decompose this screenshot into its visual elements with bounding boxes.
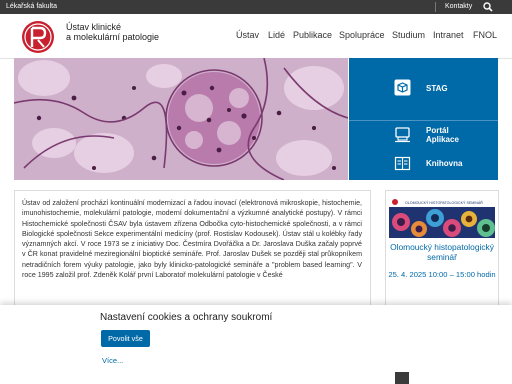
portal-apps-icon — [395, 127, 410, 143]
site-name-line2: a molekulární patologie — [66, 32, 160, 42]
nav-item-lide[interactable]: Lidé — [268, 30, 285, 40]
nav-item-spoluprace[interactable]: Spolupráce — [339, 30, 385, 40]
site-name[interactable]: Ústav klinické a molekulární patologie — [66, 22, 159, 42]
quicklink-portal-label-line2: Aplikace — [426, 135, 459, 144]
event-card[interactable]: OLOMOUCKÝ HISTOPATOLOGICKÝ SEMINÁŘ Olomo… — [385, 190, 499, 312]
event-image-art: OLOMOUCKÝ HISTOPATOLOGICKÝ SEMINÁŘ — [389, 197, 495, 238]
site-name-line1: Ústav klinické — [66, 22, 122, 32]
cookie-more-link[interactable]: Více... — [102, 356, 123, 365]
quicklink-portal-label-line1: Portál — [426, 126, 449, 135]
quicklinks-panel: STAG Portál Aplikace Knihovna — [349, 58, 498, 180]
quicklink-library[interactable]: Knihovna — [349, 155, 498, 173]
quicklink-stag-label: STAG — [426, 84, 448, 93]
nav-item-publikace[interactable]: Publikace — [293, 30, 332, 40]
floating-badge — [395, 372, 409, 384]
intro-text: Ústav od založení prochází kontinuální m… — [22, 199, 362, 280]
search-icon[interactable] — [483, 2, 493, 12]
quicklink-stag[interactable]: STAG — [349, 78, 498, 98]
event-date: 25. 4. 2025 10:00 – 15:00 hodin — [388, 270, 496, 279]
histology-image — [14, 58, 348, 180]
stag-box-icon — [394, 79, 411, 96]
cookie-banner: Nastavení cookies a ochrany soukromí Pov… — [0, 305, 512, 384]
cookie-title: Nastavení cookies a ochrany soukromí — [100, 312, 273, 323]
nav-item-intranet[interactable]: Intranet — [433, 30, 464, 40]
contacts-link[interactable]: Kontakty — [445, 3, 472, 10]
hero-micrograph — [14, 58, 348, 180]
quicklink-portal[interactable]: Portál Aplikace — [349, 124, 498, 146]
top-bar: Lékařská fakulta Kontakty — [0, 0, 512, 14]
institute-intro: Ústav od založení prochází kontinuální m… — [14, 190, 371, 307]
library-icon — [394, 156, 411, 171]
event-image-caption: OLOMOUCKÝ HISTOPATOLOGICKÝ SEMINÁŘ — [405, 200, 483, 205]
quicklinks-divider — [349, 120, 498, 121]
faculty-link[interactable]: Lékařská fakulta — [6, 3, 57, 10]
quicklink-library-label: Knihovna — [426, 159, 463, 168]
nav-item-ustav[interactable]: Ústav — [236, 30, 259, 40]
topbar-divider — [435, 2, 436, 12]
quicklink-portal-label: Portál Aplikace — [426, 126, 459, 144]
nav-item-studium[interactable]: Studium — [392, 30, 425, 40]
nav-item-fnol[interactable]: FNOL — [473, 30, 497, 40]
event-title[interactable]: Olomoucký histopatologický seminář — [386, 242, 498, 262]
university-logo[interactable] — [18, 20, 58, 54]
event-image: OLOMOUCKÝ HISTOPATOLOGICKÝ SEMINÁŘ — [389, 197, 495, 238]
accept-all-cookies-button[interactable]: Povolit vše — [101, 330, 150, 347]
